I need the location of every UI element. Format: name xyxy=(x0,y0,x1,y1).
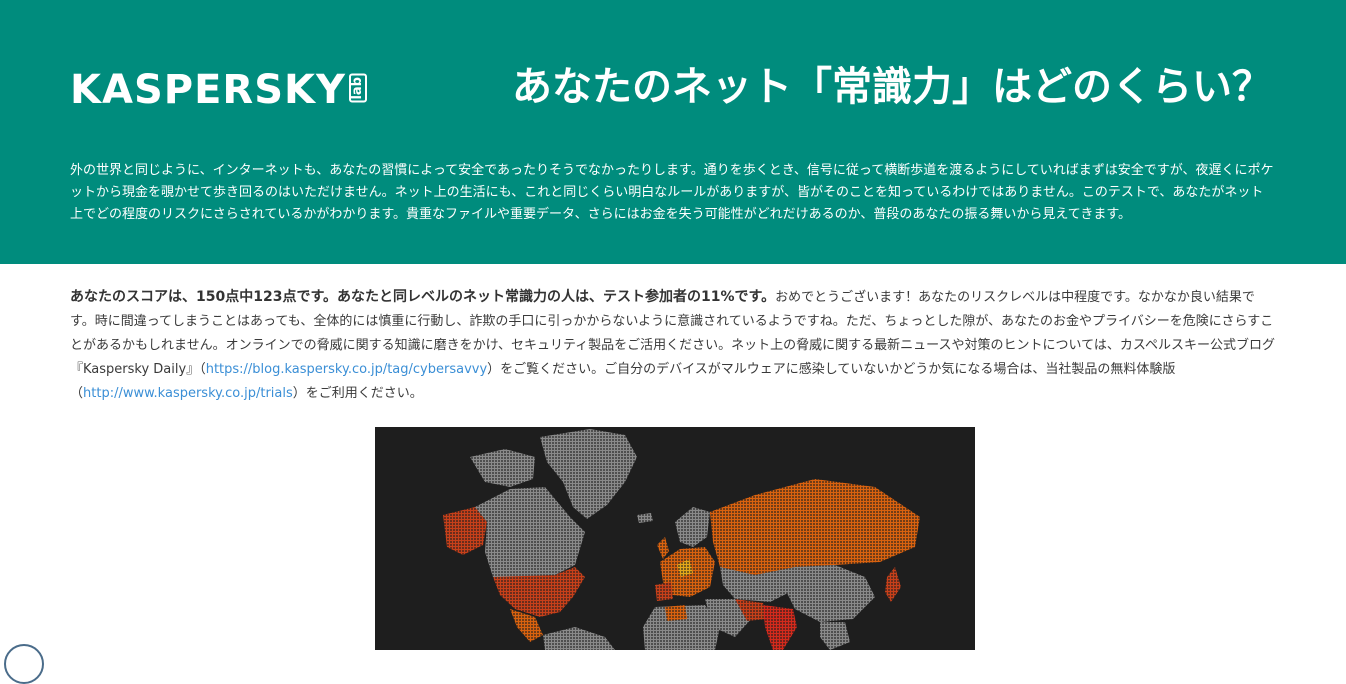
score-sentence: あなたのスコアは、150点中123点です。あなたと同レベルのネット常識力の人は、… xyxy=(70,289,776,305)
header-banner: KASPERSKY lab あなたのネット「常識力」はどのくらい？ 外の世界と同… xyxy=(0,0,1346,264)
logo-wordmark: KASPERSKY xyxy=(70,67,346,113)
world-map-svg xyxy=(375,427,975,650)
logo-lab-badge: lab xyxy=(348,74,367,103)
result-paragraph: あなたのスコアは、150点中123点です。あなたと同レベルのネット常識力の人は、… xyxy=(70,285,1276,406)
result-body-3: ）をご利用ください。 xyxy=(292,386,423,401)
blog-link[interactable]: https://blog.kaspersky.co.jp/tag/cybersa… xyxy=(206,362,487,377)
scroll-top-circle-icon[interactable] xyxy=(4,644,44,684)
intro-paragraph: 外の世界と同じように、インターネットも、あなたの習慣によって安全であったりそうで… xyxy=(70,163,1274,222)
map-dot-texture xyxy=(375,427,975,650)
kaspersky-logo[interactable]: KASPERSKY lab xyxy=(70,68,367,124)
trials-link[interactable]: http://www.kaspersky.co.jp/trials xyxy=(83,386,293,401)
page-title: あなたのネット「常識力」はどのくらい？ xyxy=(512,64,1272,110)
world-map xyxy=(375,427,975,650)
